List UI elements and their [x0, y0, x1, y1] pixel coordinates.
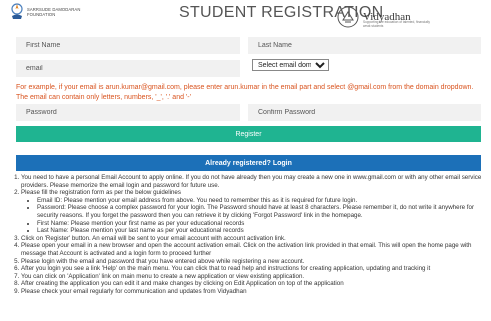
- foundation-logo: SARRSUDE DAMODARAN FOUNDATION: [9, 3, 80, 21]
- instruction-text: You can click on 'Application' link on m…: [21, 272, 305, 280]
- vidyadhan-logo: Vidyadhan Supporting the education of ta…: [337, 6, 430, 28]
- email-domain-select[interactable]: Select email domain: [252, 59, 329, 71]
- email-hint: For example, if your email is arun.kumar…: [16, 84, 474, 101]
- email-field[interactable]: [16, 60, 240, 77]
- register-button[interactable]: Register: [16, 126, 481, 142]
- instruction-item: You need to have a personal Email Accoun…: [21, 174, 485, 189]
- instruction-text: After you login you see a link 'Help' on…: [21, 265, 431, 273]
- instruction-text: After creating the application you can e…: [21, 280, 344, 288]
- confirm-password-field[interactable]: [248, 104, 481, 121]
- lamp-icon: [11, 3, 23, 19]
- first-name-field[interactable]: [16, 37, 240, 54]
- instruction-item: After you login you see a link 'Help' on…: [21, 265, 485, 273]
- guideline-item: Last Name: Please mention your last name…: [37, 227, 485, 235]
- guideline-item: Email ID: Please mention your email addr…: [37, 197, 485, 205]
- instruction-item: Please open your email in a new browser …: [21, 242, 485, 257]
- instruction-text: Please fill the registration form as per…: [21, 189, 181, 197]
- instruction-item: Please login with the email and password…: [21, 258, 485, 266]
- login-button[interactable]: Already registered? Login: [16, 155, 481, 171]
- header: SARRSUDE DAMODARAN FOUNDATION STUDENT RE…: [0, 0, 491, 34]
- instruction-item: Click on 'Register' button. An email wil…: [21, 235, 485, 243]
- instructions: You need to have a personal Email Accoun…: [15, 174, 485, 296]
- guideline-item: First Name: Please mention your first na…: [37, 220, 485, 228]
- instruction-text: Please login with the email and password…: [21, 257, 305, 265]
- instruction-text: Click on 'Register' button. An email wil…: [21, 234, 286, 242]
- instruction-item: Please check your email regularly for co…: [21, 288, 485, 296]
- brand-tagline: Supporting the education of talented, fi…: [363, 20, 430, 28]
- password-field[interactable]: [16, 104, 240, 121]
- instruction-text: You need to have a personal Email Accoun…: [21, 174, 482, 189]
- guideline-item: Password: Please choose a complex passwo…: [37, 204, 485, 219]
- last-name-field[interactable]: [248, 37, 481, 54]
- org-name-line2: FOUNDATION: [27, 12, 56, 17]
- instruction-item: You can click on 'Application' link on m…: [21, 273, 485, 281]
- instruction-item: After creating the application you can e…: [21, 280, 485, 288]
- vidyadhan-emblem-icon: [337, 6, 359, 28]
- instruction-text: Please open your email in a new browser …: [21, 242, 472, 257]
- instruction-item: Please fill the registration form as per…: [21, 189, 485, 235]
- instruction-text: Please check your email regularly for co…: [21, 287, 247, 295]
